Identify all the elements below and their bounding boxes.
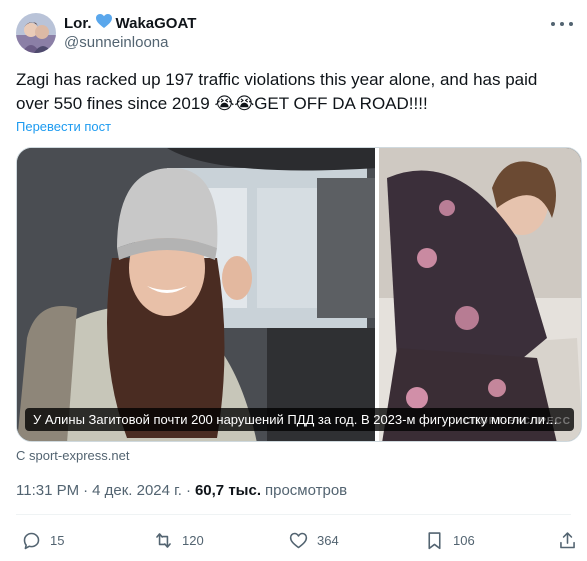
photo-collage xyxy=(17,148,581,441)
like-button[interactable]: 364 xyxy=(288,527,339,553)
bookmark-count: 106 xyxy=(453,532,475,548)
display-name-part1[interactable]: Lor. xyxy=(64,15,92,32)
like-icon xyxy=(289,532,308,548)
retweet-button[interactable]: 120 xyxy=(153,527,204,553)
meta-separator: · xyxy=(83,482,89,499)
tweet-date[interactable]: 4 дек. 2024 г. xyxy=(92,482,182,499)
avatar[interactable] xyxy=(16,13,56,53)
retweet-icon xyxy=(156,532,171,548)
share-icon xyxy=(560,531,575,548)
views-count: 60,7 тыс. xyxy=(194,482,261,499)
link-card-image[interactable]: У Алины Загитовой почти 200 нарушений ПД… xyxy=(16,147,582,442)
views-label: просмотров xyxy=(264,482,348,499)
reply-icon xyxy=(23,532,40,549)
divider xyxy=(16,514,571,515)
author-name-row[interactable]: Lor. WakaGOAT xyxy=(64,13,196,33)
more-icon[interactable] xyxy=(551,16,573,32)
tweet-time[interactable]: 11:31 PM xyxy=(16,482,79,499)
translate-link[interactable]: Перевести пост xyxy=(16,119,111,134)
tweet-meta: 11:31 PM · 4 дек. 2024 г. · 60,7 тыс. пр… xyxy=(16,482,347,499)
watermark: СПОРТ-ЭКСПРЕСС xyxy=(463,416,571,427)
bookmark-icon xyxy=(428,531,441,549)
reply-button[interactable]: 15 xyxy=(21,527,64,553)
reply-count: 15 xyxy=(50,532,65,548)
like-count: 364 xyxy=(317,532,339,548)
bookmark-button[interactable]: 106 xyxy=(424,527,475,553)
share-button[interactable] xyxy=(557,527,586,553)
link-source[interactable]: С sport-express.net xyxy=(16,448,129,463)
retweet-count: 120 xyxy=(182,532,204,548)
action-bar: 15 120 364 106 xyxy=(16,527,575,553)
tweet-card: Lor. WakaGOAT @sunneinloona Zagi has rac… xyxy=(0,0,587,561)
heart-icon xyxy=(95,13,113,34)
meta-separator: · xyxy=(185,482,191,499)
display-name-part2[interactable]: WakaGOAT xyxy=(116,15,197,32)
author-handle[interactable]: @sunneinloona xyxy=(64,34,168,51)
tweet-text: Zagi has racked up 197 traffic violation… xyxy=(16,70,538,113)
